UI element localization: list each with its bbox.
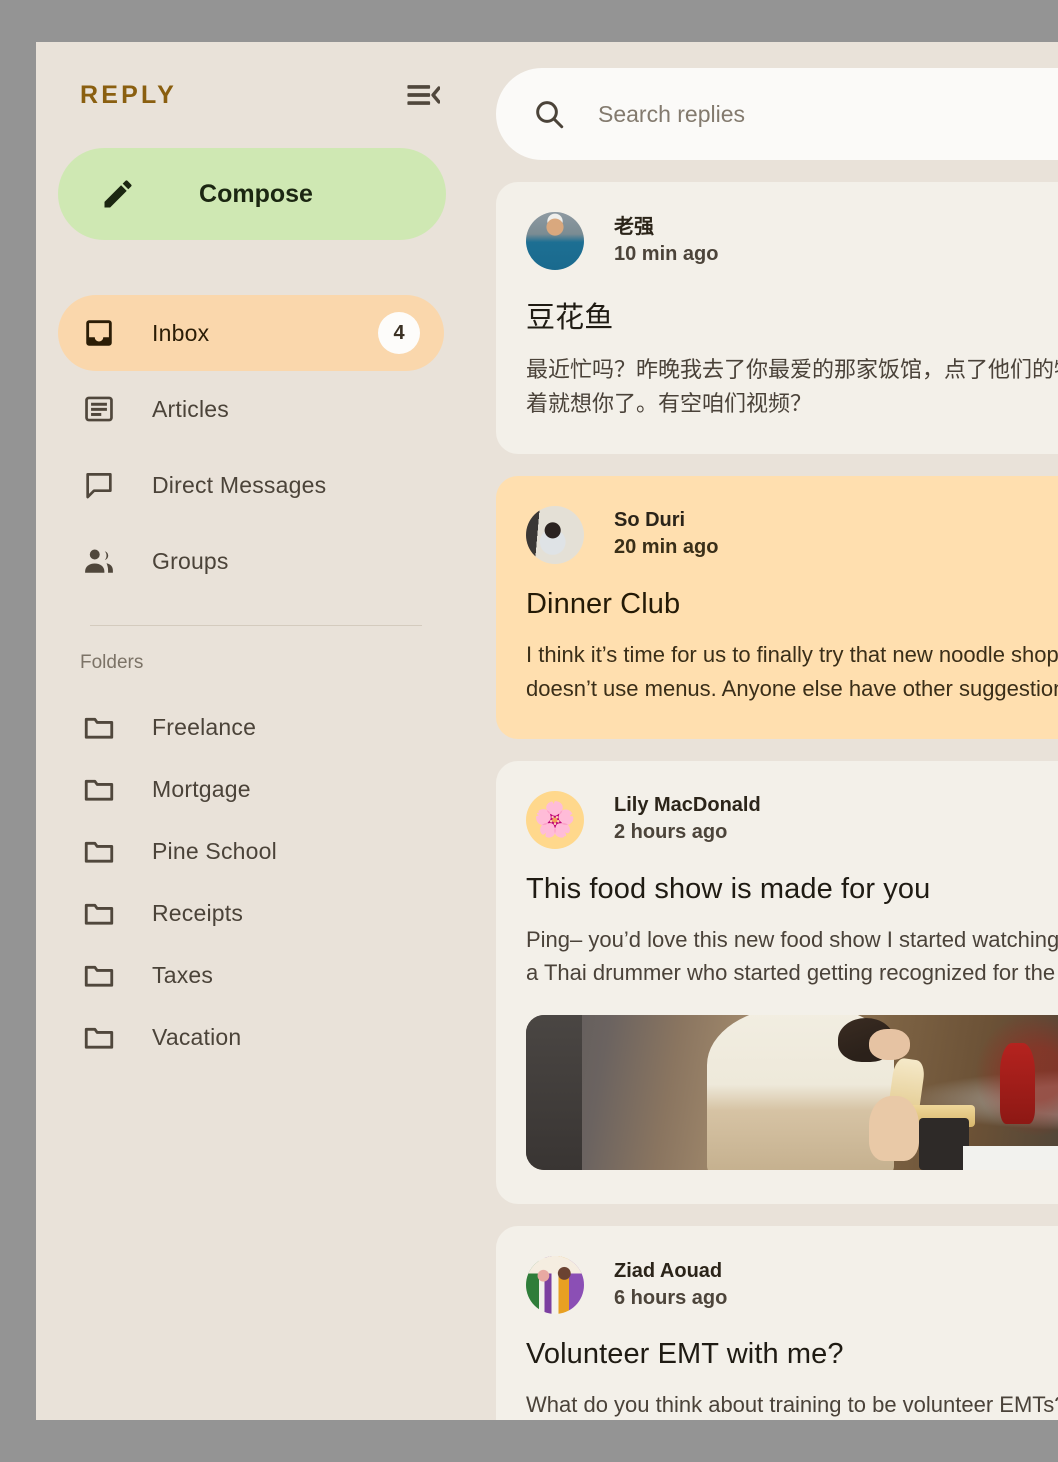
folder-icon (82, 1020, 116, 1054)
email-list-item-selected[interactable]: So Duri 20 min ago Dinner Club I think i… (496, 475, 1058, 739)
email-list-pane: 老强 10 min ago 豆花鱼 最近忙吗？昨晚我去了你最爱的那家饭馆，点了他… (466, 42, 1058, 1420)
avatar: 🌸 (526, 790, 584, 849)
email-timestamp: 2 hours ago (614, 821, 728, 844)
folder-icon (82, 834, 116, 868)
email-preview-line1: Ping– you’d love this new food show I st… (526, 926, 1058, 952)
email-list-item[interactable]: 🌸 Lily MacDonald 2 hours ago This food s… (496, 760, 1058, 1205)
folder-item-vacation[interactable]: Vacation (58, 1006, 444, 1068)
email-sender: Ziad Aouad (614, 1259, 723, 1282)
primary-nav-list: Inbox 4 Articles Direct Messages Groups (36, 295, 466, 599)
compose-button-label: Compose (199, 179, 313, 208)
avatar (526, 212, 584, 270)
folder-label: Mortgage (152, 775, 251, 802)
inbox-icon (82, 316, 116, 350)
folder-icon (82, 896, 116, 930)
email-header: Ziad Aouad 6 hours ago (526, 1256, 1058, 1315)
folder-item-receipts[interactable]: Receipts (58, 882, 444, 944)
email-attachment-image[interactable] (526, 1015, 1058, 1171)
email-header: 老强 10 min ago (526, 212, 1058, 270)
sidebar-item-direct-messages[interactable]: Direct Messages (58, 447, 444, 523)
sidebar-item-groups[interactable]: Groups (58, 523, 444, 599)
folder-label: Vacation (152, 1023, 242, 1050)
folder-item-pine-school[interactable]: Pine School (58, 820, 444, 882)
email-subject: This food show is made for you (526, 872, 931, 905)
sidebar-item-label: Direct Messages (152, 471, 327, 498)
folders-section-label: Folders (80, 652, 144, 673)
email-subject: Volunteer EMT with me? (526, 1338, 844, 1371)
email-meta: Lily MacDonald 2 hours ago (614, 792, 761, 847)
email-preview-line1: 最近忙吗？昨晚我去了你最爱的那家饭馆，点了他们的特色 (526, 357, 1058, 382)
folder-icon (82, 710, 116, 744)
flower-icon: 🌸 (526, 790, 584, 849)
search-input[interactable] (598, 100, 1058, 128)
menu-collapse-icon[interactable] (406, 78, 441, 112)
folder-icon (82, 958, 116, 992)
folder-label: Pine School (152, 837, 277, 864)
email-subject: Dinner Club (526, 587, 681, 620)
email-meta: So Duri 20 min ago (614, 507, 718, 562)
navigation-sidebar: REPLY Compose Inbox 4 Articles Direct Me… (36, 42, 466, 1420)
sidebar-header: REPLY (36, 42, 466, 148)
email-timestamp: 20 min ago (614, 536, 719, 559)
reply-app-window: REPLY Compose Inbox 4 Articles Direct Me… (36, 42, 1058, 1420)
pencil-icon (100, 176, 136, 212)
email-timestamp: 10 min ago (614, 242, 719, 265)
email-header: So Duri 20 min ago (526, 505, 1058, 564)
email-subject: 豆花鱼 (526, 302, 614, 334)
sidebar-item-inbox[interactable]: Inbox 4 (58, 295, 444, 371)
sidebar-item-articles[interactable]: Articles (58, 371, 444, 447)
chat-bubble-icon (82, 468, 116, 502)
email-preview-line2: 着就想你了。有空咱们视频？ (526, 390, 813, 416)
search-icon (532, 97, 566, 131)
avatar (526, 1256, 584, 1315)
folder-item-freelance[interactable]: Freelance (58, 696, 444, 758)
email-meta: 老强 10 min ago (614, 214, 718, 269)
email-sender: So Duri (614, 509, 686, 532)
email-sender: Lily MacDonald (614, 794, 761, 817)
email-preview-line2: a Thai drummer who started getting recog… (526, 960, 1058, 986)
folder-label: Freelance (152, 713, 257, 740)
search-bar[interactable] (496, 68, 1058, 160)
folder-icon (82, 772, 116, 806)
people-icon (82, 544, 116, 578)
avatar (526, 505, 584, 564)
article-icon (82, 392, 116, 426)
email-meta: Ziad Aouad 6 hours ago (614, 1258, 727, 1313)
sidebar-item-label: Inbox (152, 319, 210, 346)
app-brand-title: REPLY (80, 80, 178, 109)
email-list-item[interactable]: Ziad Aouad 6 hours ago Volunteer EMT wit… (496, 1226, 1058, 1420)
email-list-item[interactable]: 老强 10 min ago 豆花鱼 最近忙吗？昨晚我去了你最爱的那家饭馆，点了他… (496, 182, 1058, 454)
email-timestamp: 6 hours ago (614, 1286, 728, 1309)
sidebar-item-label: Groups (152, 547, 229, 574)
folder-label: Receipts (152, 899, 244, 926)
folders-list: Freelance Mortgage Pine School Receipts … (36, 696, 466, 1068)
folder-item-mortgage[interactable]: Mortgage (58, 758, 444, 820)
folder-item-taxes[interactable]: Taxes (58, 944, 444, 1006)
sidebar-item-label: Articles (152, 395, 230, 422)
email-header: 🌸 Lily MacDonald 2 hours ago (526, 790, 1058, 849)
email-preview-line2: doesn’t use menus. Anyone else have othe… (526, 675, 1058, 701)
compose-button[interactable]: Compose (58, 148, 446, 240)
inbox-unread-badge: 4 (378, 312, 420, 354)
email-preview-line1: I think it’s time for us to finally try … (526, 641, 1058, 667)
email-preview-line1: What do you think about training to be v… (526, 1392, 1058, 1418)
folder-label: Taxes (152, 961, 214, 988)
email-sender: 老强 (614, 215, 654, 238)
